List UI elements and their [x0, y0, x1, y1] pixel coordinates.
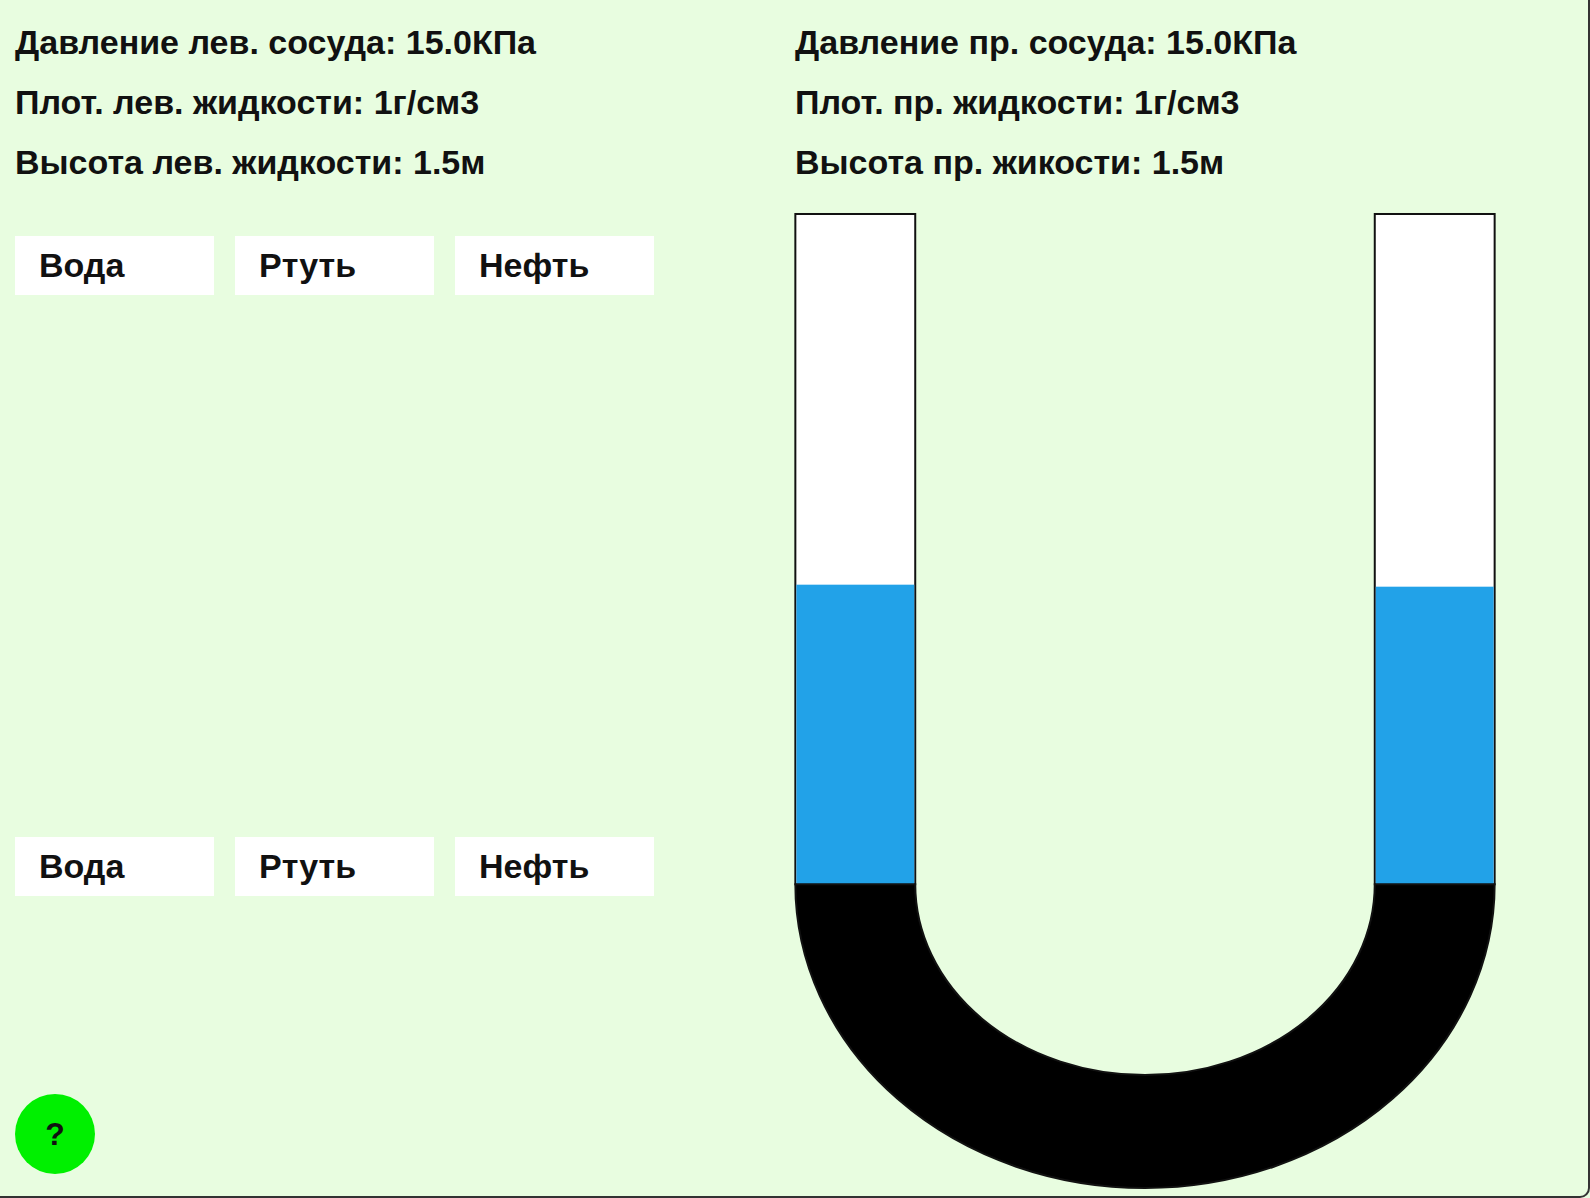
info-line: Плот. лев. жидкости: 1г/см3	[15, 72, 795, 132]
u-tube	[791, 207, 1499, 1196]
tube-track	[1375, 214, 1495, 884]
liquid-button[interactable]: Вода	[15, 236, 214, 295]
tube-column	[1375, 214, 1495, 884]
vessel-panel: Давление пр. сосуда: 15.0КПаПлот. пр. жи…	[795, 0, 1588, 1196]
info-line: Плот. пр. жидкости: 1г/см3	[795, 72, 1588, 132]
liquid-picker: Вода Ртуть Нефть	[15, 236, 795, 295]
info-line: Высота пр. жикости: 1.5м	[795, 132, 1588, 192]
liquid-button[interactable]: Нефть	[455, 837, 654, 896]
liquid-button[interactable]: Ртуть	[235, 236, 434, 295]
liquid-button[interactable]: Нефть	[455, 236, 654, 295]
tube-track	[795, 214, 915, 884]
tube-column	[795, 214, 915, 884]
info-line: Давление лев. сосуда: 15.0КПа	[15, 12, 795, 72]
liquid-fill	[1376, 587, 1494, 885]
mercury-base	[795, 884, 1494, 1188]
liquid-button[interactable]: Ртуть	[235, 837, 434, 896]
liquid-fill	[796, 585, 914, 885]
liquid-picker: Вода Ртуть Нефть	[15, 837, 795, 896]
help-button[interactable]: ?	[15, 1094, 95, 1174]
liquid-button[interactable]: Вода	[15, 837, 214, 896]
control-panel: Давление лев. сосуда: 15.0КПаПлот. лев. …	[0, 0, 795, 1196]
simulator: Давление лев. сосуда: 15.0КПаПлот. лев. …	[0, 0, 1590, 1198]
info-line: Высота лев. жидкости: 1.5м	[15, 132, 795, 192]
info-line: Давление пр. сосуда: 15.0КПа	[795, 12, 1588, 72]
